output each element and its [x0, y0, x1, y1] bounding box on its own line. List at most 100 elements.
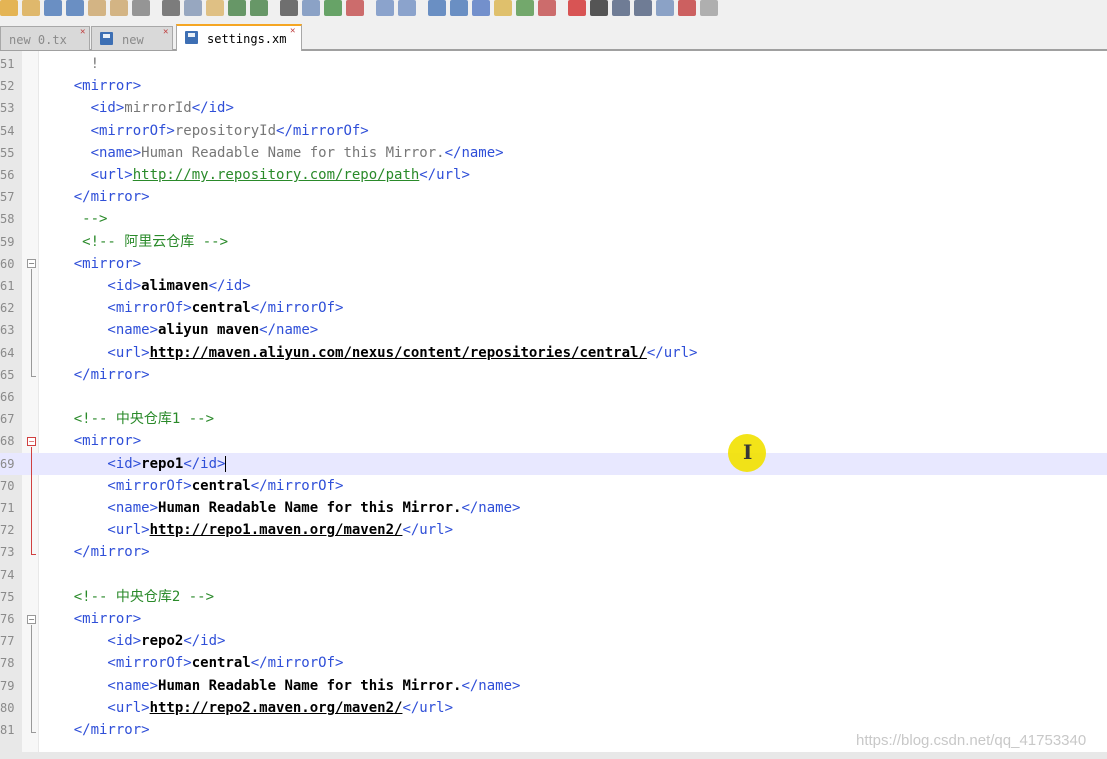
code-token: <mirror> [40, 255, 142, 272]
code-text: </mirror> [40, 541, 150, 563]
line-number: 66 [0, 390, 15, 404]
code-line[interactable]: 65 </mirror> [0, 364, 1107, 386]
code-line[interactable]: 58 --> [0, 208, 1107, 230]
code-text: <url>http://repo1.maven.org/maven2/</url… [40, 519, 453, 541]
save-macro-icon[interactable] [656, 0, 674, 16]
code-line[interactable]: 54 <mirrorOf>repositoryId</mirrorOf> [0, 120, 1107, 142]
line-number: 65 [0, 367, 15, 382]
fold-toggle-icon[interactable]: − [27, 615, 36, 624]
fold-toggle-icon[interactable]: − [27, 259, 36, 268]
code-text: </mirror> [40, 186, 150, 208]
plugin-icon[interactable] [700, 0, 718, 16]
code-line[interactable]: 74 [0, 564, 1107, 586]
new-file-icon[interactable] [0, 0, 18, 16]
text-cursor-icon: I [743, 440, 753, 464]
code-line[interactable]: 79 <name>Human Readable Name for this Mi… [0, 675, 1107, 697]
code-line[interactable]: 56 <url>http://my.repository.com/repo/pa… [0, 164, 1107, 186]
toolbar [0, 0, 1107, 22]
code-line[interactable]: 64 <url>http://maven.aliyun.com/nexus/co… [0, 342, 1107, 364]
code-text: <!-- 阿里云仓库 --> [40, 231, 228, 253]
code-token: </url> [646, 344, 698, 361]
close-icon[interactable]: ✕ [163, 28, 168, 37]
code-token: http://maven.aliyun.com/nexus/content/re… [149, 344, 647, 361]
code-line[interactable]: 60 <mirror> [0, 253, 1107, 275]
code-token: </id> [183, 633, 226, 650]
code-token: repo1 [141, 455, 184, 472]
run-macro-icon[interactable] [634, 0, 652, 16]
code-line[interactable]: 80 <url>http://repo2.maven.org/maven2/</… [0, 697, 1107, 719]
zoom-in-icon[interactable] [324, 0, 342, 16]
doc-map-icon[interactable] [516, 0, 534, 16]
close-icon[interactable]: ✕ [80, 28, 85, 37]
paste-icon[interactable] [206, 0, 224, 16]
code-text: <name>Human Readable Name for this Mirro… [40, 497, 520, 519]
copy-icon[interactable] [184, 0, 202, 16]
code-token: </url> [419, 167, 470, 183]
code-line[interactable]: 67 <!-- 中央仓库1 --> [0, 408, 1107, 430]
open-file-icon[interactable] [22, 0, 40, 16]
line-number: 68 [0, 434, 15, 449]
tab-new-0[interactable]: new 0.tx ✕ [0, 26, 90, 50]
show-all-chars-icon[interactable] [450, 0, 468, 16]
line-number: 70 [0, 478, 15, 493]
sync-v-icon[interactable] [376, 0, 394, 16]
code-line[interactable]: 77 <id>repo2</id> [0, 630, 1107, 652]
close-icon[interactable]: ✕ [290, 27, 295, 36]
stop-macro-icon[interactable] [590, 0, 608, 16]
line-number: 76 [0, 612, 15, 626]
code-token: Human Readable Name for this Mirror. [158, 500, 462, 516]
code-line[interactable]: 75 <!-- 中央仓库2 --> [0, 586, 1107, 608]
code-line[interactable]: 59 <!-- 阿里云仓库 --> [0, 231, 1107, 253]
replace-icon[interactable] [302, 0, 320, 16]
word-wrap-icon[interactable] [428, 0, 446, 16]
tab-settings[interactable]: settings.xm ✕ [176, 24, 302, 51]
code-line[interactable]: 69 <id>repo1</id> [0, 452, 1107, 475]
code-text: <url>http://maven.aliyun.com/nexus/conte… [40, 342, 697, 364]
code-line[interactable]: 76 <mirror> [0, 608, 1107, 630]
print-icon[interactable] [132, 0, 150, 16]
function-list-icon[interactable] [538, 0, 556, 16]
code-token: <mirror> [40, 611, 142, 627]
text-caret [225, 455, 227, 472]
line-number: 71 [0, 501, 15, 515]
cut-icon[interactable] [162, 0, 180, 16]
code-line[interactable]: 66 [0, 386, 1107, 408]
redo-icon[interactable] [250, 0, 268, 16]
encoding-icon[interactable] [678, 0, 696, 16]
save-all-icon[interactable] [66, 0, 84, 16]
udl-icon[interactable] [494, 0, 512, 16]
play-macro-icon[interactable] [612, 0, 630, 16]
code-line[interactable]: 61 <id>alimaven</id> [0, 275, 1107, 297]
code-line[interactable]: 52 <mirror> [0, 75, 1107, 97]
fold-line [31, 447, 32, 554]
code-line[interactable]: 63 <name>aliyun maven</name> [0, 319, 1107, 341]
code-line[interactable]: 53 <id>mirrorId</id> [0, 97, 1107, 119]
close-all-icon[interactable] [110, 0, 128, 16]
horizontal-scrollbar[interactable] [0, 752, 1107, 759]
code-line[interactable]: 57 </mirror> [0, 186, 1107, 208]
code-token: </mirrorOf> [250, 300, 344, 317]
indent-guide-icon[interactable] [472, 0, 490, 16]
code-text: <mirrorOf>central</mirrorOf> [40, 652, 343, 674]
code-line[interactable]: 70 <mirrorOf>central</mirrorOf> [0, 475, 1107, 497]
save-icon[interactable] [44, 0, 62, 16]
code-line[interactable]: 62 <mirrorOf>central</mirrorOf> [0, 297, 1107, 319]
zoom-out-icon[interactable] [346, 0, 364, 16]
close-icon[interactable] [88, 0, 106, 16]
code-line[interactable]: 73 </mirror> [0, 541, 1107, 563]
find-icon[interactable] [280, 0, 298, 16]
code-line[interactable]: 51 ! [0, 53, 1107, 75]
code-line[interactable]: 71 <name>Human Readable Name for this Mi… [0, 497, 1107, 519]
code-line[interactable]: 72 <url>http://repo1.maven.org/maven2/</… [0, 519, 1107, 541]
line-number: 62 [0, 301, 15, 316]
undo-icon[interactable] [228, 0, 246, 16]
tab-new[interactable]: new ✕ [91, 26, 173, 50]
code-line[interactable]: 55 <name>Human Readable Name for this Mi… [0, 142, 1107, 164]
sync-h-icon[interactable] [398, 0, 416, 16]
record-macro-icon[interactable] [568, 0, 586, 16]
code-editor[interactable]: 51 ! 52 <mirror> 53 <id>mirrorId</id> 54 <m… [0, 51, 1107, 759]
fold-toggle-icon[interactable]: − [27, 437, 36, 446]
code-line[interactable]: 68 <mirror> [0, 430, 1107, 452]
code-line[interactable]: 78 <mirrorOf>central</mirrorOf> [0, 652, 1107, 674]
code-text: ! [40, 53, 99, 75]
